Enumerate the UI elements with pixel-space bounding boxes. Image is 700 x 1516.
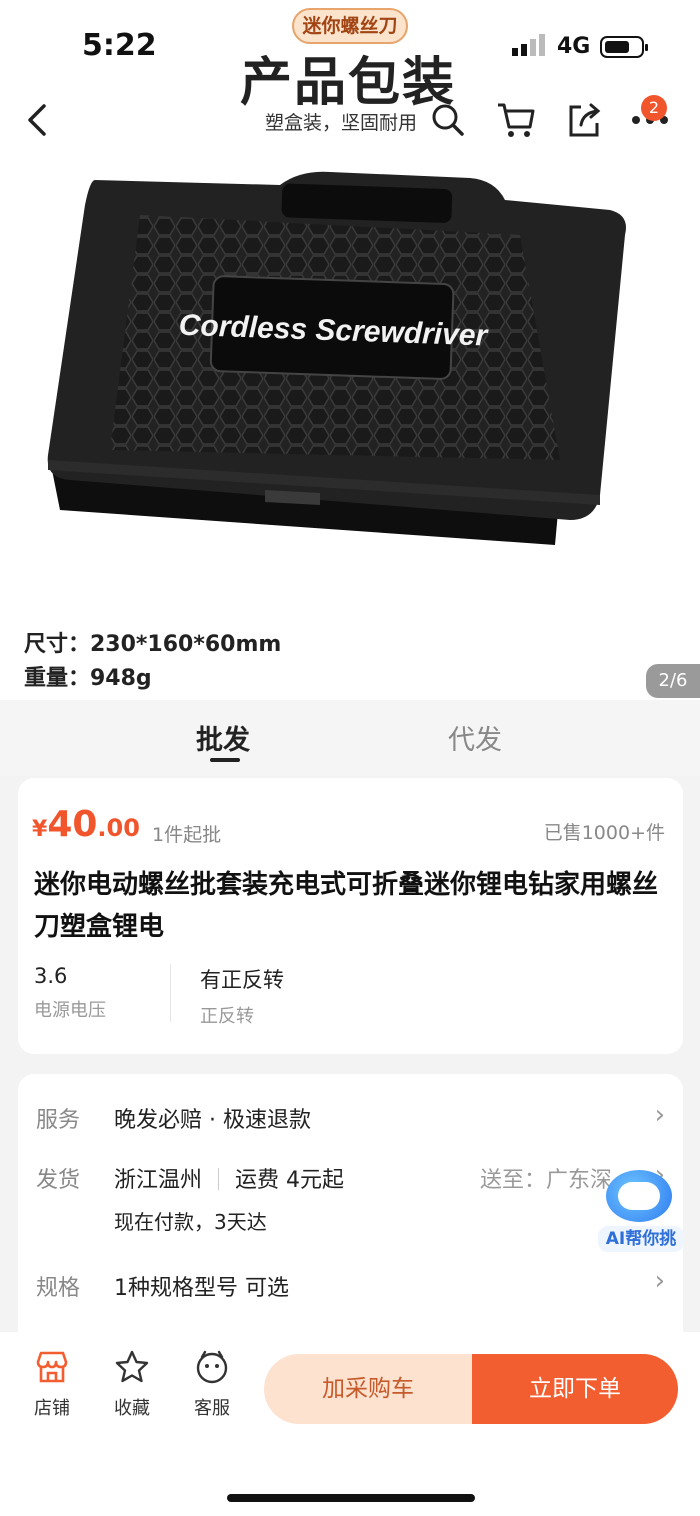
- attribute-value: 有正反转: [200, 968, 284, 992]
- favorite-button[interactable]: 收藏: [100, 1350, 164, 1420]
- divider: [218, 1168, 220, 1190]
- gallery-headline: 产品包装: [240, 52, 457, 113]
- signal-icon: [512, 34, 545, 56]
- shipping-label: 发货: [36, 1168, 81, 1193]
- add-to-cart-button[interactable]: 加采购车: [264, 1354, 472, 1424]
- battery-icon: [600, 36, 648, 58]
- price-decimal: .00: [97, 814, 140, 842]
- service-label: 服务: [36, 1108, 81, 1133]
- ai-assistant-icon: [606, 1170, 672, 1222]
- notification-badge: 2: [641, 95, 667, 121]
- sold-count: 已售1000+件: [543, 822, 665, 844]
- currency-symbol: ¥: [32, 817, 48, 842]
- network-type: 4G: [557, 34, 591, 59]
- cart-button[interactable]: [494, 98, 538, 142]
- back-arrow-icon: [28, 104, 46, 136]
- search-button[interactable]: [426, 98, 470, 142]
- customer-service-label: 客服: [194, 1398, 230, 1419]
- page-indicator: 2/6: [646, 664, 700, 698]
- gallery-subline: 塑盒装，坚固耐用: [265, 112, 418, 134]
- weight-spec: 重量：948g: [24, 666, 152, 691]
- cart-icon: [498, 103, 535, 137]
- attribute-voltage: 3.6 电源电压: [34, 964, 106, 1022]
- spec-label: 规格: [36, 1276, 81, 1301]
- gallery-tagline: 迷你螺丝刀: [292, 8, 408, 44]
- customer-service-icon: [196, 1350, 228, 1384]
- attribute-value: 3.6: [34, 964, 68, 988]
- price-integer: 40: [47, 804, 98, 845]
- chevron-right-icon: ›: [654, 1266, 665, 1296]
- tab-wholesale[interactable]: 批发: [196, 718, 250, 757]
- ship-eta: 现在付款，3天达: [114, 1210, 267, 1234]
- ship-fee: 运费 4元起: [235, 1168, 345, 1193]
- share-button[interactable]: [562, 98, 606, 142]
- shipping-info: 浙江温州 运费 4元起: [114, 1162, 344, 1194]
- status-time: 5:22: [82, 28, 157, 63]
- buy-now-button[interactable]: 立即下单: [472, 1354, 678, 1424]
- product-price: ¥40.00: [32, 804, 140, 845]
- product-title: 迷你电动螺丝批套装充电式可折叠迷你锂电钻家用螺丝刀塑盒锂电: [34, 870, 659, 942]
- share-icon: [569, 103, 601, 137]
- favorite-label: 收藏: [114, 1398, 150, 1419]
- back-button[interactable]: [16, 98, 60, 142]
- service-value: 晚发必赔 · 极速退款: [114, 1108, 311, 1133]
- attribute-divider: [170, 964, 171, 1022]
- customer-service-button[interactable]: 客服: [180, 1350, 244, 1420]
- ship-destination: 送至：广东深圳: [480, 1168, 610, 1193]
- search-icon: [432, 104, 464, 136]
- purchase-mode-tabs: 批发 代发: [0, 700, 700, 776]
- product-info-card: ¥40.00 1件起批 已售1000+件 迷你电动螺丝批套装充电式可折叠迷你锂电…: [18, 778, 683, 1054]
- store-button[interactable]: 店铺: [20, 1350, 84, 1420]
- chevron-right-icon: ›: [654, 1100, 665, 1130]
- home-indicator: [227, 1494, 475, 1502]
- store-icon: [36, 1351, 68, 1383]
- attribute-reversing: 有正反转 正反转: [200, 964, 284, 1028]
- star-icon: [115, 1350, 149, 1383]
- attribute-key: 电源电压: [34, 1000, 106, 1021]
- active-tab-indicator: [210, 758, 240, 762]
- min-order: 1件起批: [152, 824, 222, 846]
- ai-helper-button[interactable]: AI帮你挑: [598, 1170, 684, 1254]
- store-label: 店铺: [34, 1398, 70, 1419]
- service-card: 服务 晚发必赔 · 极速退款 › 发货 浙江温州 运费 4元起 送至：广东深圳 ›…: [18, 1074, 683, 1332]
- tab-dropship[interactable]: 代发: [448, 718, 502, 757]
- ai-helper-label: AI帮你挑: [598, 1226, 684, 1252]
- spec-value: 1种规格型号 可选: [114, 1276, 289, 1301]
- ship-origin: 浙江温州: [114, 1168, 203, 1193]
- bottom-action-bar: 店铺 收藏 客服 加采购车 立即下单: [0, 1332, 700, 1516]
- tool-case-image: Cordless Screwdriver: [47, 171, 626, 545]
- attribute-key: 正反转: [200, 1006, 254, 1027]
- size-spec: 尺寸：230*160*60mm: [24, 632, 282, 657]
